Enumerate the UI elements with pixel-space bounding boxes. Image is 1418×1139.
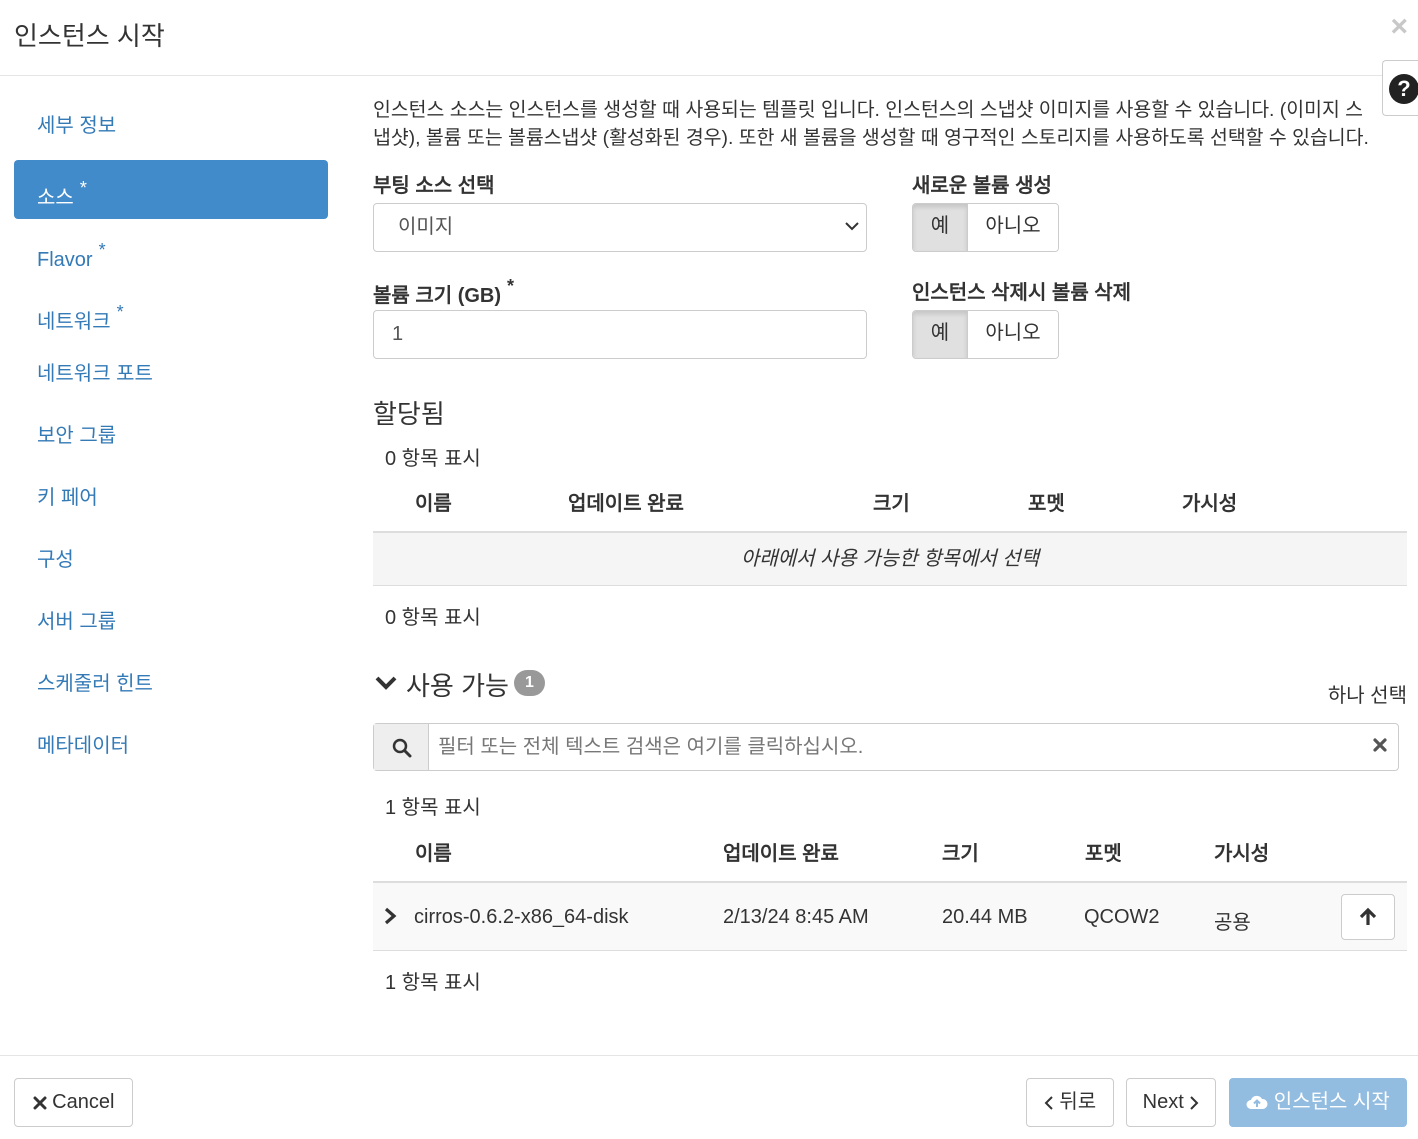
column-header[interactable]: 포멧	[1085, 837, 1122, 866]
next-label: Next	[1142, 1091, 1184, 1113]
help-line-2: 냅샷), 볼륨 또는 볼륨스냅샷 (활성화된 경우). 또한 새 볼륨을 생성할…	[373, 127, 1369, 149]
volume-size-label: 볼륨 크기 (GB) *	[373, 276, 514, 308]
column-header[interactable]: 이름	[415, 487, 452, 516]
new-volume-toggle: 예 아니오	[912, 203, 1059, 252]
available-count-top: 1 항목 표시	[385, 797, 481, 819]
times-icon	[33, 1096, 47, 1110]
row-format: QCOW2	[1084, 906, 1160, 928]
nav-item-metadata[interactable]: 메타데이터	[14, 718, 328, 777]
nav-item-label: 소스	[37, 187, 74, 209]
nav-item-configuration[interactable]: 구성	[14, 532, 328, 591]
row-visibility: 공용	[1214, 912, 1251, 934]
cloud-upload-icon	[1246, 1095, 1268, 1109]
nav-item-details[interactable]: 세부 정보	[14, 98, 328, 157]
cancel-button[interactable]: Cancel	[14, 1078, 133, 1127]
column-header[interactable]: 업데이트 완료	[723, 837, 839, 866]
nav-item-label: 스케줄러 힌트	[37, 673, 153, 695]
required-mark: *	[116, 302, 124, 322]
next-button[interactable]: Next	[1126, 1078, 1216, 1127]
table-row: cirros-0.6.2-x86_64-disk 2/13/24 8:45 AM…	[373, 883, 1407, 951]
empty-message: 아래에서 사용 가능한 항목에서 선택	[373, 533, 1407, 586]
chevron-right-icon	[1190, 1096, 1199, 1110]
available-count-bottom: 1 항목 표시	[385, 972, 481, 994]
new-volume-no-button[interactable]: 아니오	[968, 204, 1058, 251]
close-icon[interactable]: ×	[1390, 12, 1408, 42]
column-header[interactable]: 포멧	[1028, 487, 1065, 516]
allocated-title: 할당됨	[373, 399, 445, 429]
column-header[interactable]: 크기	[873, 487, 910, 516]
boot-source-select[interactable]: 이미지	[373, 203, 867, 252]
nav-item-label: 세부 정보	[37, 115, 117, 137]
nav-item-label: 메타데이터	[37, 735, 129, 757]
allocated-count-bottom: 0 항목 표시	[385, 607, 481, 629]
row-size: 20.44 MB	[942, 906, 1028, 928]
new-volume-label: 새로운 볼륨 생성	[912, 175, 1052, 197]
delete-volume-no-button[interactable]: 아니오	[968, 311, 1058, 358]
column-header[interactable]: 가시성	[1182, 487, 1237, 516]
table-header: 이름 업데이트 완료 크기 포멧 가시성	[373, 475, 1407, 533]
select-one-hint: 하나 선택	[1327, 685, 1407, 707]
nav-item-server-groups[interactable]: 서버 그룹	[14, 594, 328, 653]
back-label: 뒤로	[1059, 1091, 1097, 1113]
row-updated: 2/13/24 8:45 AM	[723, 906, 869, 928]
clear-icon[interactable]	[1372, 737, 1388, 753]
required-mark: *	[507, 276, 515, 296]
nav-item-source[interactable]: 소스 *	[14, 160, 328, 219]
nav-item-security-groups[interactable]: 보안 그룹	[14, 408, 328, 467]
back-button[interactable]: 뒤로	[1026, 1078, 1114, 1127]
chevron-down-icon	[845, 222, 859, 231]
chevron-right-icon[interactable]	[383, 907, 397, 925]
allocate-button[interactable]	[1341, 894, 1395, 940]
table-header: 이름 업데이트 완료 크기 포멧 가시성	[373, 825, 1407, 883]
search-bar	[373, 723, 1399, 771]
wizard-nav: 세부 정보 소스 * Flavor * 네트워크 * 네트워크 포트 보안 그룹 키 …	[14, 98, 328, 780]
search-addon	[374, 724, 429, 770]
allocated-count-top: 0 항목 표시	[385, 448, 481, 470]
delete-volume-yes-button[interactable]: 예	[913, 311, 968, 358]
help-line-1: 인스턴스 소스는 인스턴스를 생성할 때 사용되는 템플릿 입니다. 인스턴스의…	[373, 99, 1364, 121]
column-header[interactable]: 크기	[942, 837, 979, 866]
nav-item-label: 서버 그룹	[37, 611, 117, 633]
modal-header: 인스턴스 시작 ×	[0, 0, 1418, 76]
column-header[interactable]: 업데이트 완료	[568, 487, 684, 516]
nav-item-label: 네트워크	[37, 311, 111, 333]
boot-source-label: 부팅 소스 선택	[373, 175, 495, 197]
nav-item-scheduler-hints[interactable]: 스케줄러 힌트	[14, 656, 328, 715]
required-mark: *	[79, 178, 87, 198]
cancel-label: Cancel	[52, 1091, 115, 1113]
new-volume-yes-button[interactable]: 예	[913, 204, 968, 251]
nav-item-key-pair[interactable]: 키 페어	[14, 470, 328, 529]
nav-item-network-ports[interactable]: 네트워크 포트	[14, 346, 328, 405]
delete-volume-toggle: 예 아니오	[912, 310, 1059, 359]
chevron-left-icon	[1044, 1096, 1053, 1110]
available-title[interactable]: 사용 가능	[406, 666, 509, 703]
modal-footer: Cancel 뒤로 Next 인스턴스 시작	[0, 1055, 1418, 1139]
column-header[interactable]: 가시성	[1214, 837, 1269, 866]
nav-item-label: 보안 그룹	[37, 425, 117, 447]
delete-volume-label: 인스턴스 삭제시 볼륨 삭제	[912, 282, 1132, 304]
launch-instance-button[interactable]: 인스턴스 시작	[1229, 1078, 1407, 1127]
column-header[interactable]: 이름	[415, 837, 452, 866]
volume-size-label-text: 볼륨 크기 (GB)	[373, 285, 502, 307]
nav-item-network[interactable]: 네트워크 *	[14, 284, 328, 343]
nav-item-label: 네트워크 포트	[37, 363, 153, 385]
chevron-down-icon[interactable]	[374, 670, 398, 694]
nav-item-label: 키 페어	[37, 487, 98, 509]
available-table: 이름 업데이트 완료 크기 포멧 가시성 cirros-0.6.2-x86_64…	[373, 825, 1407, 951]
available-count-badge: 1	[514, 670, 545, 696]
required-mark: *	[98, 240, 106, 260]
modal-title: 인스턴스 시작	[14, 21, 165, 51]
nav-item-label: 구성	[37, 549, 74, 571]
source-help-text: 인스턴스 소스는 인스턴스를 생성할 때 사용되는 템플릿 입니다. 인스턴스의…	[373, 96, 1407, 152]
arrow-up-icon	[1359, 907, 1377, 925]
boot-source-value: 이미지	[398, 216, 454, 238]
search-input[interactable]	[430, 724, 1350, 770]
row-name: cirros-0.6.2-x86_64-disk	[414, 906, 629, 928]
nav-item-label: Flavor	[37, 249, 93, 271]
search-icon	[392, 738, 412, 758]
launch-label: 인스턴스 시작	[1273, 1091, 1390, 1113]
allocated-table: 이름 업데이트 완료 크기 포멧 가시성 아래에서 사용 가능한 항목에서 선택	[373, 475, 1407, 586]
volume-size-input[interactable]: 1	[373, 310, 867, 359]
nav-item-flavor[interactable]: Flavor *	[14, 222, 328, 281]
